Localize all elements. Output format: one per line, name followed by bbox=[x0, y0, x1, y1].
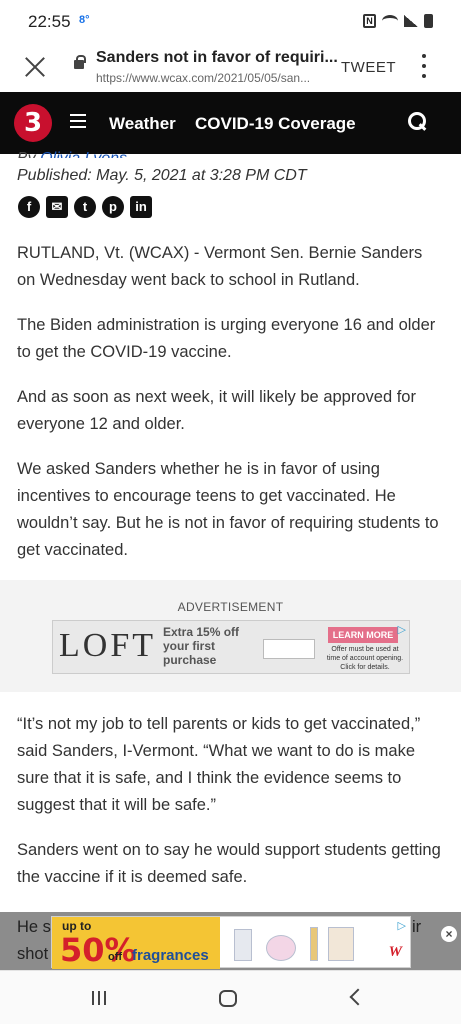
back-icon[interactable] bbox=[349, 988, 367, 1006]
perfume-bottle-image bbox=[310, 927, 318, 961]
perfume-bottle-image bbox=[266, 935, 296, 961]
pinterest-icon[interactable]: p bbox=[102, 196, 124, 218]
ad-choices-icon[interactable]: ▷ bbox=[398, 919, 406, 932]
close-ad-icon[interactable]: × bbox=[441, 926, 457, 942]
page-title: Sanders not in favor of requiri... bbox=[96, 49, 338, 66]
article-paragraph: “It’s not my job to tell parents or kids… bbox=[17, 715, 421, 814]
close-icon[interactable] bbox=[22, 54, 48, 80]
signal-icon bbox=[404, 15, 418, 27]
advertisement-section: ADVERTISEMENT LOFT Extra 15% off your fi… bbox=[0, 580, 461, 692]
ad-offer-line: Extra 15% off bbox=[163, 625, 240, 639]
share-buttons: f ✉ t p in bbox=[18, 196, 152, 218]
article-paragraph: Sanders went on to say he would support … bbox=[17, 841, 441, 886]
promo-percent: 50% bbox=[60, 931, 137, 969]
ad-fine-print: Offer must be used at time of account op… bbox=[326, 646, 404, 671]
article-paragraph: And as soon as next week, it will likely… bbox=[17, 388, 416, 433]
obscured-article-text: He s ir shot bbox=[17, 914, 421, 968]
fragrance-ad-banner[interactable]: up to 50% off fragrances W ▷ bbox=[51, 916, 411, 969]
linkedin-icon[interactable]: in bbox=[130, 196, 152, 218]
home-icon[interactable] bbox=[219, 990, 237, 1007]
ad-offer-text: Extra 15% off your first purchase bbox=[163, 625, 239, 667]
partial-text-line: He s bbox=[17, 918, 51, 936]
article-paragraph: RUTLAND, Vt. (WCAX) - Vermont Sen. Berni… bbox=[17, 244, 423, 289]
lock-icon bbox=[74, 55, 86, 69]
partial-text-line: shot bbox=[17, 945, 49, 963]
byline-prefix: By bbox=[17, 150, 36, 158]
wcax-logo[interactable]: 3 bbox=[14, 104, 52, 142]
nav-link-covid-coverage[interactable]: COVID-19 Coverage bbox=[195, 114, 356, 134]
site-navigation: 3 Weather COVID-19 Coverage bbox=[0, 92, 461, 154]
system-navigation-bar bbox=[0, 970, 461, 1024]
nfc-icon: N bbox=[363, 14, 376, 28]
promo-category: fragrances bbox=[132, 947, 209, 964]
perfume-bottle-image bbox=[234, 929, 252, 961]
partial-text-line: ir bbox=[412, 918, 422, 936]
status-time: 22:55 bbox=[28, 12, 71, 31]
article-paragraph: We asked Sanders whether he is in favor … bbox=[17, 460, 439, 559]
byline: By Olivia Lyons bbox=[17, 150, 127, 158]
battery-icon bbox=[424, 14, 433, 28]
status-temperature: 8° bbox=[79, 14, 90, 26]
tweet-button[interactable]: TWEET bbox=[341, 59, 396, 76]
facebook-icon[interactable]: f bbox=[18, 196, 40, 218]
sticky-ad-overlay: He s ir shot up to 50% off fragrances W … bbox=[0, 912, 461, 970]
ad-offer-line: your first bbox=[163, 639, 216, 653]
article-paragraph: The Biden administration is urging every… bbox=[17, 316, 436, 361]
promo-badge: up to 50% off fragrances bbox=[52, 917, 220, 969]
page-url[interactable]: https://www.wcax.com/2021/05/05/san... bbox=[96, 71, 340, 85]
loft-ad-banner[interactable]: LOFT Extra 15% off your first purchase L… bbox=[52, 620, 410, 674]
perfume-bottle-image bbox=[328, 927, 354, 961]
browser-toolbar: Sanders not in favor of requiri... https… bbox=[0, 44, 461, 92]
ad-choices-icon[interactable]: ▷ bbox=[398, 623, 406, 636]
wifi-icon bbox=[382, 15, 398, 27]
twitter-icon[interactable]: t bbox=[74, 196, 96, 218]
learn-more-button[interactable]: LEARN MORE bbox=[328, 627, 398, 643]
promo-off: off bbox=[108, 951, 123, 963]
nav-link-weather[interactable]: Weather bbox=[109, 114, 176, 134]
ad-offer-line: purchase bbox=[163, 653, 217, 667]
credit-card-image bbox=[263, 639, 315, 659]
more-options-icon[interactable] bbox=[420, 54, 428, 78]
advertisement-label: ADVERTISEMENT bbox=[177, 600, 284, 614]
recent-apps-icon[interactable] bbox=[92, 991, 106, 1005]
loft-logo: LOFT bbox=[59, 627, 156, 664]
walgreens-logo: W bbox=[388, 944, 402, 960]
search-icon[interactable] bbox=[408, 112, 428, 132]
email-icon[interactable]: ✉ bbox=[46, 196, 68, 218]
author-link[interactable]: Olivia Lyons bbox=[40, 150, 127, 158]
status-bar: 22:55 8° N bbox=[0, 0, 461, 44]
menu-icon[interactable] bbox=[70, 114, 86, 128]
status-icons: N bbox=[363, 14, 433, 28]
published-date: Published: May. 5, 2021 at 3:28 PM CDT bbox=[17, 167, 307, 184]
